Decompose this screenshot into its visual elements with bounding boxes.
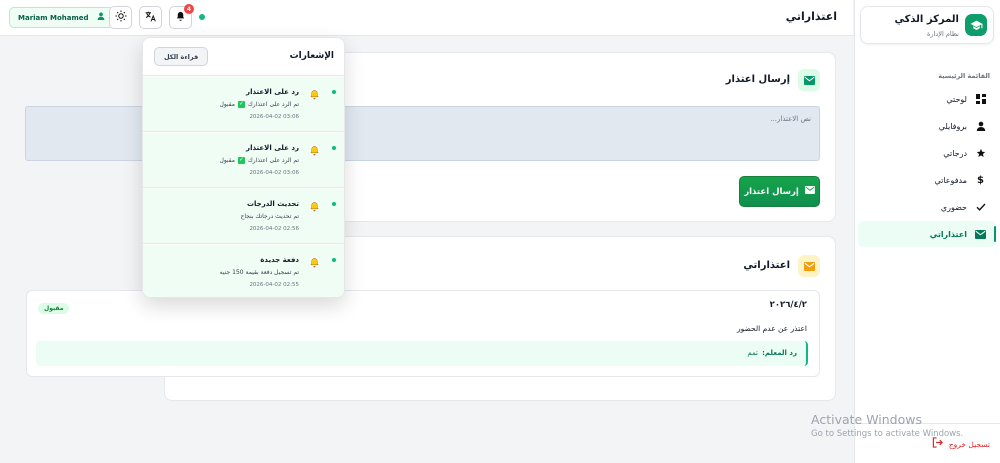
- notifications-header: الإشعارات قراءة الكل: [143, 38, 344, 76]
- dollar-icon: $: [977, 174, 984, 186]
- notification-item[interactable]: رد على الاعتذار تم الرد على اعتذارك ✓ مق…: [143, 77, 344, 132]
- check-icon: [975, 202, 986, 213]
- user-name: Mariam Mohamed: [18, 13, 89, 22]
- sidebar-item-label: بروفايلي: [938, 121, 967, 131]
- teacher-reply-box: رد المعلم: تمم: [36, 341, 808, 366]
- notifications-dropdown: الإشعارات قراءة الكل رد على الاعتذار تم …: [142, 37, 345, 298]
- bell-icon: [309, 201, 320, 216]
- unread-dot: [332, 90, 336, 94]
- dashboard-icon: [975, 94, 986, 105]
- notification-item[interactable]: تحديث الدرجات تم تحديث درجاتك بنجاح 2026…: [143, 189, 344, 244]
- language-toggle-button[interactable]: [139, 6, 162, 29]
- notifications-title: الإشعارات: [289, 51, 334, 61]
- sidebar-item-attendance[interactable]: حضوري: [858, 194, 996, 220]
- brand-subtitle: نظام الإدارة: [927, 30, 959, 38]
- sidebar-item-excuses[interactable]: اعتذاراتي: [858, 221, 996, 247]
- sidebar-item-profile[interactable]: بروفايلي: [858, 113, 996, 139]
- bell-icon: [175, 11, 186, 25]
- unread-dot: [332, 202, 336, 206]
- check-icon: ✓: [237, 101, 245, 108]
- notifications-button[interactable]: 4: [169, 4, 194, 29]
- notification-date: 2026-04-02 03:06: [249, 114, 299, 120]
- star-icon: [975, 148, 986, 159]
- notification-message: تم الرد على اعتذارك ✓ مقبول: [219, 101, 299, 108]
- watermark-line-1: Activate Windows: [811, 412, 922, 427]
- notification-message-text: تم الرد على اعتذارك: [247, 157, 299, 164]
- notification-message-status: مقبول: [219, 157, 235, 164]
- online-status-dot: [199, 14, 205, 20]
- check-icon: ✓: [237, 157, 245, 164]
- sun-icon: [115, 10, 127, 25]
- notification-count-badge: 4: [184, 4, 194, 14]
- envelope-icon: [975, 229, 986, 240]
- notification-item[interactable]: دفعة جديدة تم تسجيل دفعة بقيمة 150 جنيه …: [143, 245, 344, 297]
- notification-title: دفعة جديدة: [260, 256, 299, 264]
- notification-message: تم الرد على اعتذارك ✓ مقبول: [219, 157, 299, 164]
- mark-all-read-button[interactable]: قراءة الكل: [154, 47, 209, 66]
- status-badge: مقبول: [38, 303, 70, 314]
- brand-card[interactable]: المركز الذكي نظام الإدارة: [860, 6, 994, 44]
- logout-label: تسجيل خروج: [948, 439, 990, 449]
- brand-title: المركز الذكي: [894, 14, 959, 25]
- notification-date: 2026-04-02 02:56: [249, 226, 299, 232]
- menu-heading: القائمة الرئيسية: [938, 72, 990, 80]
- notification-date: 2026-04-02 02:55: [249, 282, 299, 288]
- bell-icon: [309, 257, 320, 272]
- activate-windows-watermark: Activate Windows Go to Settings to activ…: [811, 412, 963, 439]
- excuse-date: ٢٠٢٦/٤/٢: [769, 300, 807, 310]
- sidebar-item-label: مدفوعاتي: [934, 175, 967, 185]
- envelope-icon: [798, 255, 820, 277]
- excuse-text: اعتذر عن عدم الحضور: [737, 324, 807, 333]
- sidebar-item-label: اعتذاراتي: [929, 229, 967, 239]
- top-header: اعتذاراتي Mariam Mohamed 4: [0, 0, 853, 36]
- send-excuse-title: إرسال اعتذار: [725, 74, 790, 85]
- sidebar-item-dashboard[interactable]: لوحتي: [858, 86, 996, 112]
- bell-icon: [309, 145, 320, 160]
- unread-dot: [332, 146, 336, 150]
- graduation-cap-icon: [965, 14, 987, 36]
- translate-icon: [144, 10, 157, 26]
- sidebar-item-label: لوحتي: [946, 94, 967, 104]
- user-icon: [97, 12, 105, 23]
- notification-item[interactable]: رد على الاعتذار تم الرد على اعتذارك ✓ مق…: [143, 133, 344, 188]
- send-button-label: إرسال اعتذار: [744, 186, 799, 197]
- sidebar-item-payments[interactable]: $ مدفوعاتي: [858, 167, 996, 193]
- user-menu-button[interactable]: Mariam Mohamed: [9, 7, 114, 28]
- notification-title: رد على الاعتذار: [246, 144, 299, 152]
- notification-message-status: مقبول: [219, 101, 235, 108]
- notification-title: تحديث الدرجات: [246, 200, 299, 208]
- logout-icon: [932, 437, 943, 451]
- sidebar: المركز الذكي نظام الإدارة القائمة الرئيس…: [854, 0, 1000, 463]
- page-title: اعتذاراتي: [785, 10, 837, 23]
- bell-icon: [309, 89, 320, 104]
- my-excuses-title: اعتذاراتي: [743, 260, 790, 271]
- sidebar-item-label: درجاتي: [943, 148, 967, 158]
- sidebar-item-grades[interactable]: درجاتي: [858, 140, 996, 166]
- envelope-icon: [798, 69, 820, 91]
- excuse-list-item: ٢٠٢٦/٤/٢ مقبول اعتذر عن عدم الحضور رد ال…: [26, 290, 820, 377]
- notification-title: رد على الاعتذار: [246, 88, 299, 96]
- watermark-line-2: Go to Settings to activate Windows.: [811, 429, 964, 439]
- notification-message: تم تحديث درجاتك بنجاح: [240, 213, 299, 220]
- send-excuse-button[interactable]: إرسال اعتذار: [739, 176, 820, 207]
- reply-label: رد المعلم:: [762, 349, 797, 357]
- sidebar-nav: لوحتي بروفايلي درجاتي $ مدفوعاتي حضوري ا…: [858, 86, 996, 248]
- envelope-icon: [804, 186, 815, 197]
- user-icon: [975, 121, 986, 132]
- reply-text: تمم: [747, 349, 758, 357]
- sidebar-item-label: حضوري: [940, 202, 967, 212]
- notification-message: تم تسجيل دفعة بقيمة 150 جنيه: [219, 269, 299, 276]
- notification-date: 2026-04-02 03:06: [249, 170, 299, 176]
- theme-toggle-button[interactable]: [109, 6, 132, 29]
- notification-message-text: تم الرد على اعتذارك: [247, 101, 299, 108]
- unread-dot: [332, 258, 336, 262]
- logout-button[interactable]: تسجيل خروج: [932, 437, 990, 451]
